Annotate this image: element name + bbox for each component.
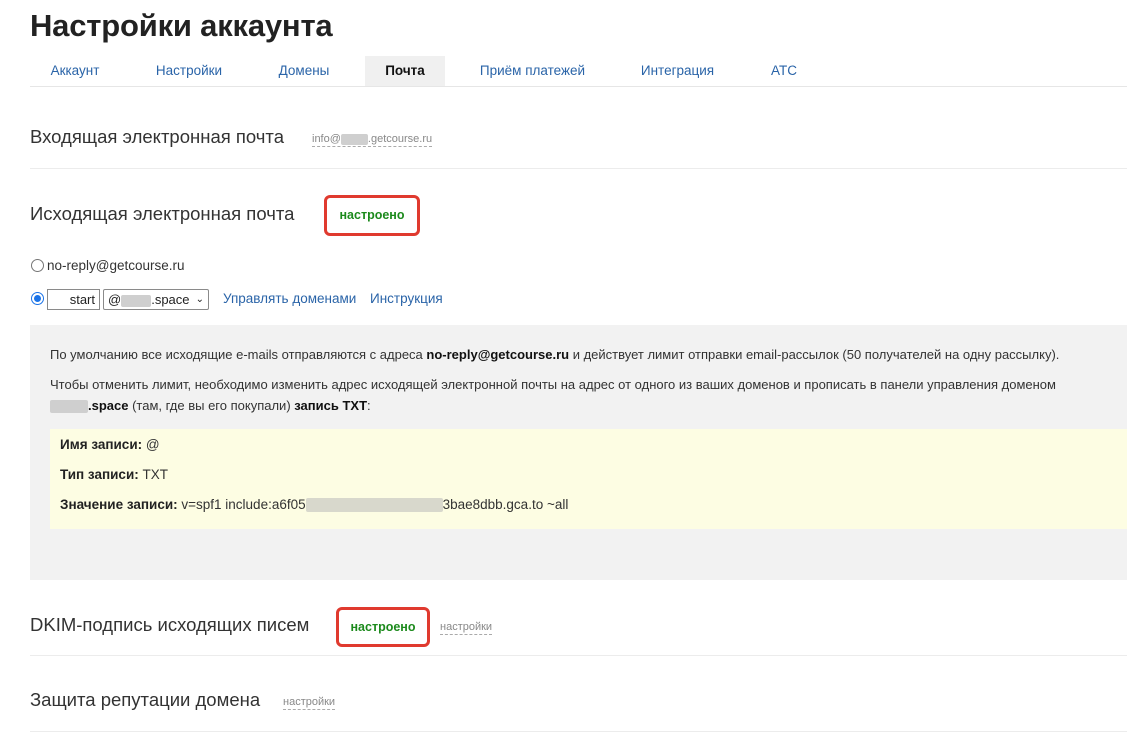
info-domain: .space bbox=[88, 398, 129, 413]
dns-record-box: Имя записи: @ Тип записи: TXT Значение з… bbox=[50, 429, 1127, 529]
domain-prefix: @ bbox=[108, 292, 122, 307]
outgoing-mail-title: Исходящая электронная почта bbox=[30, 203, 295, 224]
sender-name-input[interactable]: start bbox=[47, 289, 100, 310]
info-text: и действует лимит отправки email-рассыло… bbox=[569, 347, 1060, 362]
record-value-label: Значение записи: bbox=[60, 497, 178, 512]
outgoing-status-badge: настроено bbox=[324, 195, 420, 236]
record-value-row: Значение записи: v=spf1 include:a6f05 3ba… bbox=[60, 497, 569, 513]
page-title: Настройки аккаунта bbox=[30, 8, 333, 43]
record-value-suffix: 3bae8dbb.gca.to ~all bbox=[442, 497, 569, 512]
dkim-status-badge: настроено bbox=[336, 607, 430, 647]
record-type-value: TXT bbox=[138, 467, 168, 482]
blurred-text bbox=[121, 294, 152, 307]
info-text: По умолчанию все исходящие e-mails отпра… bbox=[50, 347, 427, 362]
info-paragraph-domain: .space (там, где вы его покупали) запись… bbox=[50, 398, 371, 414]
info-box: По умолчанию все исходящие e-mails отпра… bbox=[30, 325, 1127, 580]
chevron-down-icon: ⌄ bbox=[195, 294, 204, 305]
reputation-settings-link[interactable]: настройки bbox=[283, 696, 336, 710]
divider bbox=[30, 731, 1127, 732]
tab-account[interactable]: Аккаунт bbox=[30, 56, 120, 86]
incoming-mail-address[interactable]: info@ .getcourse.ru bbox=[312, 133, 433, 147]
incoming-mail-title: Входящая электронная почта bbox=[30, 126, 284, 147]
record-name-row: Имя записи: @ bbox=[60, 437, 160, 452]
tab-mail[interactable]: Почта bbox=[365, 56, 445, 86]
info-record-type: запись TXT bbox=[294, 398, 368, 413]
instruction-link[interactable]: Инструкция bbox=[370, 291, 443, 306]
default-sender-label: no-reply@getcourse.ru bbox=[47, 258, 185, 273]
incoming-email-suffix: .getcourse.ru bbox=[367, 133, 433, 145]
info-paragraph-limit: По умолчанию все исходящие e-mails отпра… bbox=[50, 347, 1059, 362]
domain-suffix: .space bbox=[151, 292, 190, 307]
divider bbox=[30, 655, 1127, 656]
blurred-text bbox=[340, 133, 368, 145]
record-type-label: Тип записи: bbox=[60, 467, 139, 482]
info-paragraph-instructions: Чтобы отменить лимит, необходимо изменит… bbox=[50, 377, 1056, 392]
dkim-title: DKIM-подпись исходящих писем bbox=[30, 614, 310, 635]
record-type-row: Тип записи: TXT bbox=[60, 467, 168, 482]
incoming-email-prefix: info@ bbox=[312, 133, 341, 145]
blurred-text bbox=[50, 400, 88, 414]
reputation-title: Защита репутации домена bbox=[30, 689, 261, 710]
tab-payments[interactable]: Приём платежей bbox=[465, 56, 600, 86]
dkim-settings-link[interactable]: настройки bbox=[440, 621, 493, 635]
custom-sender-radio[interactable] bbox=[31, 292, 44, 305]
tab-integration[interactable]: Интеграция bbox=[625, 56, 730, 86]
info-text: : bbox=[367, 398, 371, 413]
record-name-value: @ bbox=[142, 437, 160, 452]
blurred-text bbox=[305, 498, 443, 513]
divider bbox=[30, 168, 1127, 169]
record-name-label: Имя записи: bbox=[60, 437, 143, 452]
tab-settings[interactable]: Настройки bbox=[140, 56, 238, 86]
manage-domains-link[interactable]: Управлять доменами bbox=[223, 291, 356, 306]
info-default-address: no-reply@getcourse.ru bbox=[426, 347, 570, 362]
record-value-prefix: v=spf1 include:a6f05 bbox=[177, 497, 306, 512]
info-text: (там, где вы его покупали) bbox=[128, 398, 295, 413]
tab-ats[interactable]: АТС bbox=[755, 56, 813, 86]
sender-domain-select[interactable]: @ .space ⌄ bbox=[103, 289, 209, 310]
tab-bar: Аккаунт Настройки Домены Почта Приём пла… bbox=[30, 56, 1127, 87]
tab-domains[interactable]: Домены bbox=[260, 56, 348, 86]
default-sender-radio[interactable] bbox=[31, 259, 44, 272]
